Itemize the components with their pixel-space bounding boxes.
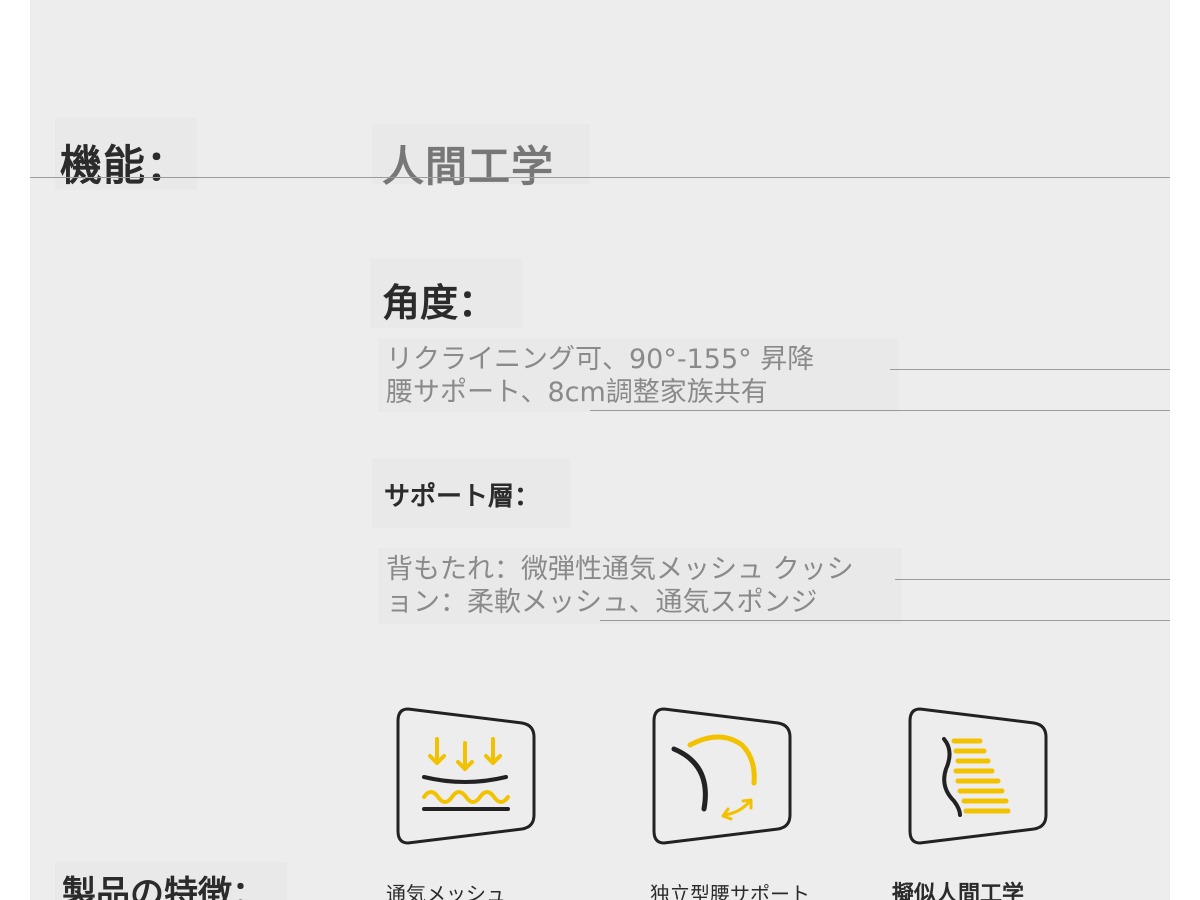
angle-line-rule-2 xyxy=(590,410,1170,411)
feature-caption-mesh: 通気メッシュ xyxy=(386,882,506,900)
breathable-mesh-icon xyxy=(396,707,536,845)
feature-caption-lumbar: 独立型腰サポート xyxy=(650,882,810,900)
function-label: 機能： xyxy=(60,141,190,190)
support-label: サポート層： xyxy=(384,482,541,512)
support-line-rule-1 xyxy=(895,579,1170,580)
function-value: 人間工学 xyxy=(382,142,555,191)
support-line-rule-2 xyxy=(600,620,1170,621)
angle-line-rule-1 xyxy=(890,369,1170,370)
function-divider xyxy=(30,177,1170,178)
ergonomic-spine-icon xyxy=(908,707,1048,845)
support-line-1: 背もたれ：微弾性通気メッシュ クッシ xyxy=(386,554,854,585)
feature-caption-ergonomic: 擬似人間工学 xyxy=(892,882,1025,900)
support-line-2: ョン：柔軟メッシュ、通気スポンジ xyxy=(386,587,818,618)
features-section-label: 製品の特徴： xyxy=(62,874,266,900)
angle-line-2: 腰サポート、8cm調整家族共有 xyxy=(386,377,768,408)
lumbar-support-icon xyxy=(652,707,792,845)
angle-label: 角度： xyxy=(382,281,497,325)
angle-line-1: リクライニング可、90°-155° 昇降 xyxy=(386,344,815,375)
product-spec-page: 機能： 人間工学 角度： リクライニング可、90°-155° 昇降 腰サポート、… xyxy=(0,0,1200,900)
